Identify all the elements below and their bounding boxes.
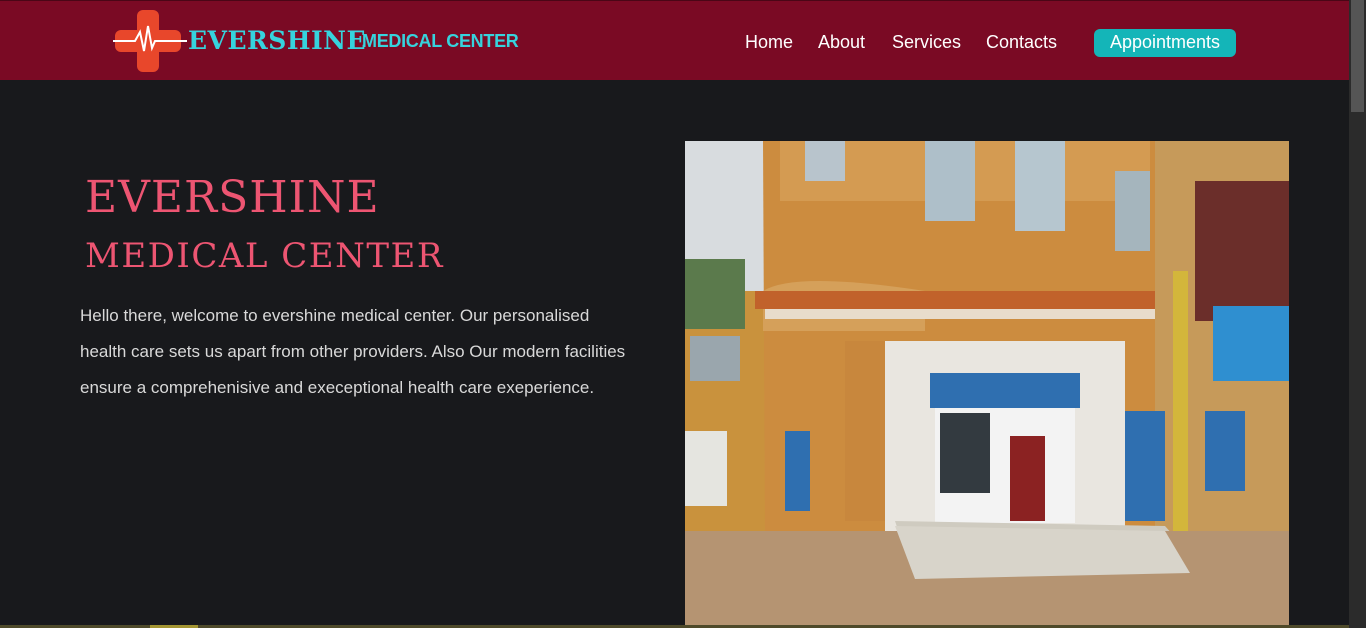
brand-subtitle: MEDICAL CENTER	[362, 31, 519, 51]
site-header: EVERSHINE MEDICAL CENTER Home About Serv…	[0, 0, 1349, 80]
appointments-button[interactable]: Appointments	[1094, 29, 1236, 57]
hero-title: EVERSHINE	[85, 172, 380, 223]
nav-services-link[interactable]: Services	[892, 29, 961, 55]
nav-contacts-link[interactable]: Contacts	[986, 29, 1057, 55]
hero-subtitle: MEDICAL CENTER	[85, 236, 444, 276]
medical-cross-heartbeat-icon	[113, 10, 187, 72]
hero-description: Hello there, welcome to evershine medica…	[80, 306, 626, 397]
nav-home-link[interactable]: Home	[745, 29, 793, 55]
page-scrollbar[interactable]	[1349, 0, 1366, 628]
medical-center-photo	[685, 141, 1289, 628]
brand-name: EVERSHINE	[188, 26, 367, 55]
nav-about-link[interactable]: About	[818, 29, 865, 55]
scrollbar-thumb[interactable]	[1351, 0, 1364, 112]
building-photo-illustration	[685, 141, 1289, 628]
